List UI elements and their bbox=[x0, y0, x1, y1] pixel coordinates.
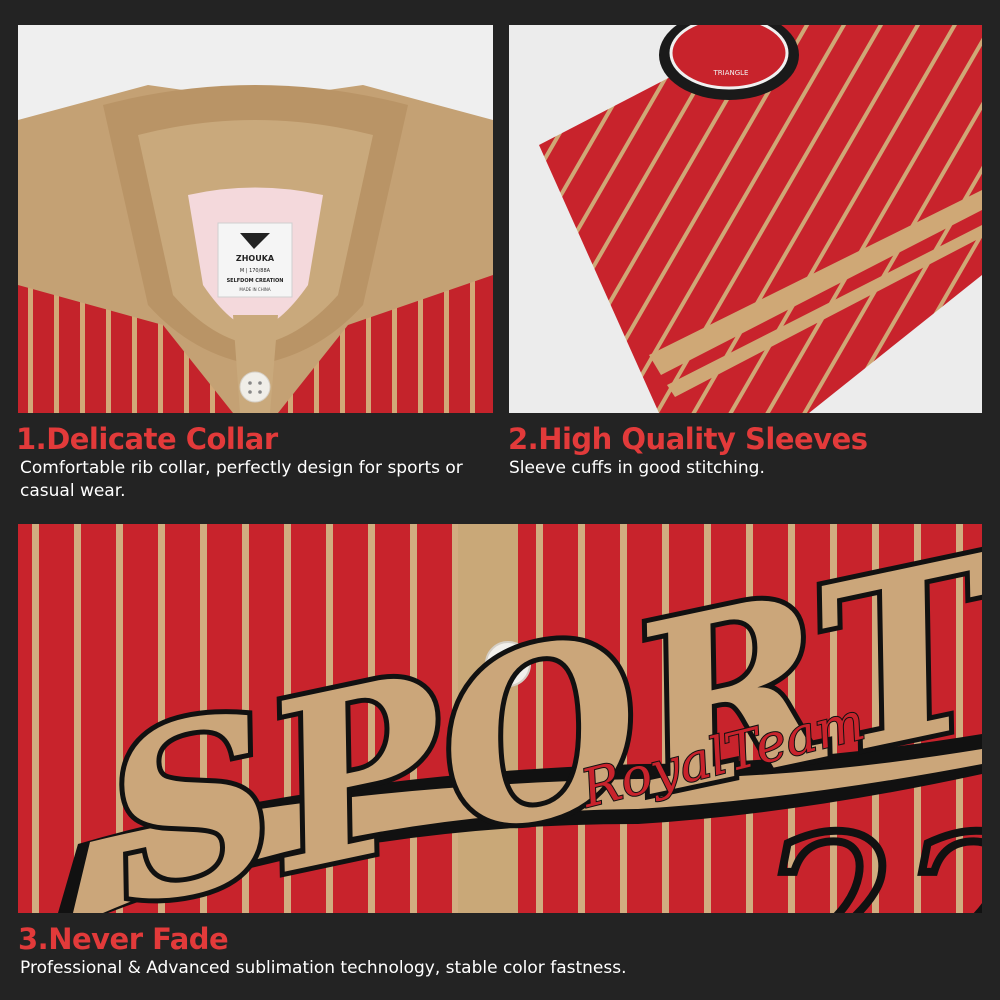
label-size: M | 170/88A bbox=[240, 268, 271, 274]
sleeve-photo: TRIANGLE bbox=[509, 25, 982, 413]
label-line: SELFDOM CREATION bbox=[227, 278, 284, 284]
patch-text: TRIANGLE bbox=[713, 69, 749, 77]
feature-3-title: 3.Never Fade bbox=[18, 922, 229, 956]
feature-3-description: Professional & Advanced sublimation tech… bbox=[20, 958, 627, 978]
feature-2-title: 2.High Quality Sleeves bbox=[508, 422, 868, 456]
feature-2-description: Sleeve cuffs in good stitching. bbox=[509, 458, 765, 478]
product-feature-page: ZHOUKA M | 170/88A SELFDOM CREATION MADE… bbox=[0, 0, 1000, 1000]
feature-1-description: Comfortable rib collar, perfectly design… bbox=[20, 458, 463, 501]
collar-photo: ZHOUKA M | 170/88A SELFDOM CREATION MADE… bbox=[18, 25, 493, 413]
label-origin: MADE IN CHINA bbox=[239, 287, 270, 292]
print-number: 22 bbox=[757, 790, 982, 913]
feature-1-title: 1.Delicate Collar bbox=[16, 422, 278, 456]
label-brand: ZHOUKA bbox=[236, 254, 275, 263]
print-photo: SPORTS RoyalTeam 22 bbox=[18, 524, 982, 913]
